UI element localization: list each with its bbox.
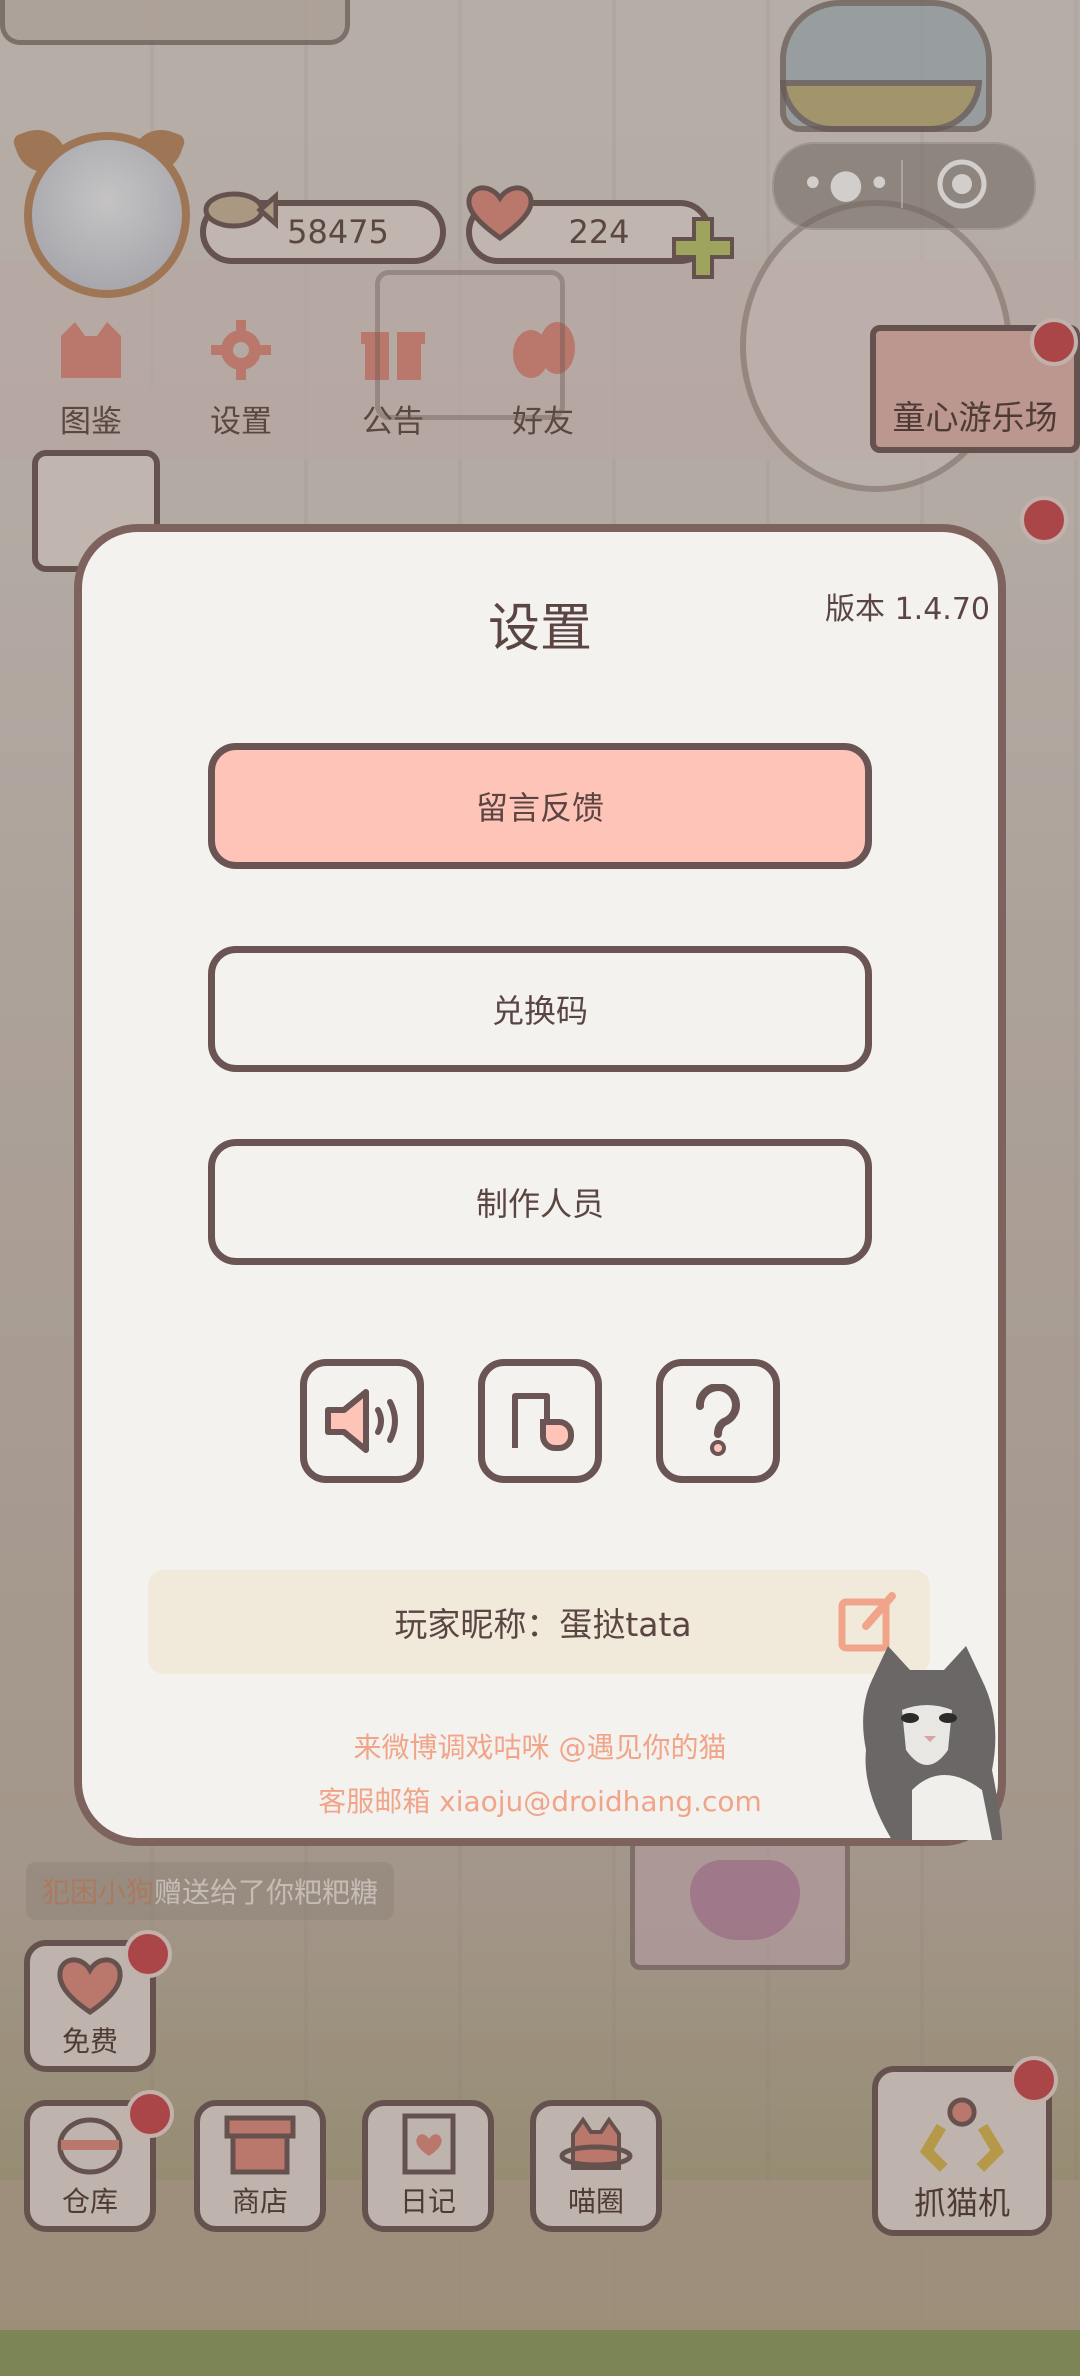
feedback-button[interactable]: 留言反馈 [208, 743, 872, 869]
feedback-label: 留言反馈 [475, 789, 604, 827]
music-note-icon [512, 1393, 574, 1451]
version-label: 版本 1.4.70 [825, 592, 990, 627]
question-mark-icon [695, 1384, 740, 1456]
redeem-code-button[interactable]: 兑换码 [208, 946, 872, 1072]
credits-button[interactable]: 制作人员 [208, 1139, 872, 1265]
credits-label: 制作人员 [475, 1185, 604, 1223]
speaker-icon [325, 1389, 398, 1453]
redeem-code-label: 兑换码 [491, 992, 588, 1030]
sound-toggle-button[interactable] [300, 1359, 424, 1483]
help-button[interactable] [656, 1359, 780, 1483]
nickname-text: 玩家昵称：蛋挞tata [394, 1605, 692, 1644]
music-toggle-button[interactable] [478, 1359, 602, 1483]
cat-photo [863, 1646, 1002, 1840]
